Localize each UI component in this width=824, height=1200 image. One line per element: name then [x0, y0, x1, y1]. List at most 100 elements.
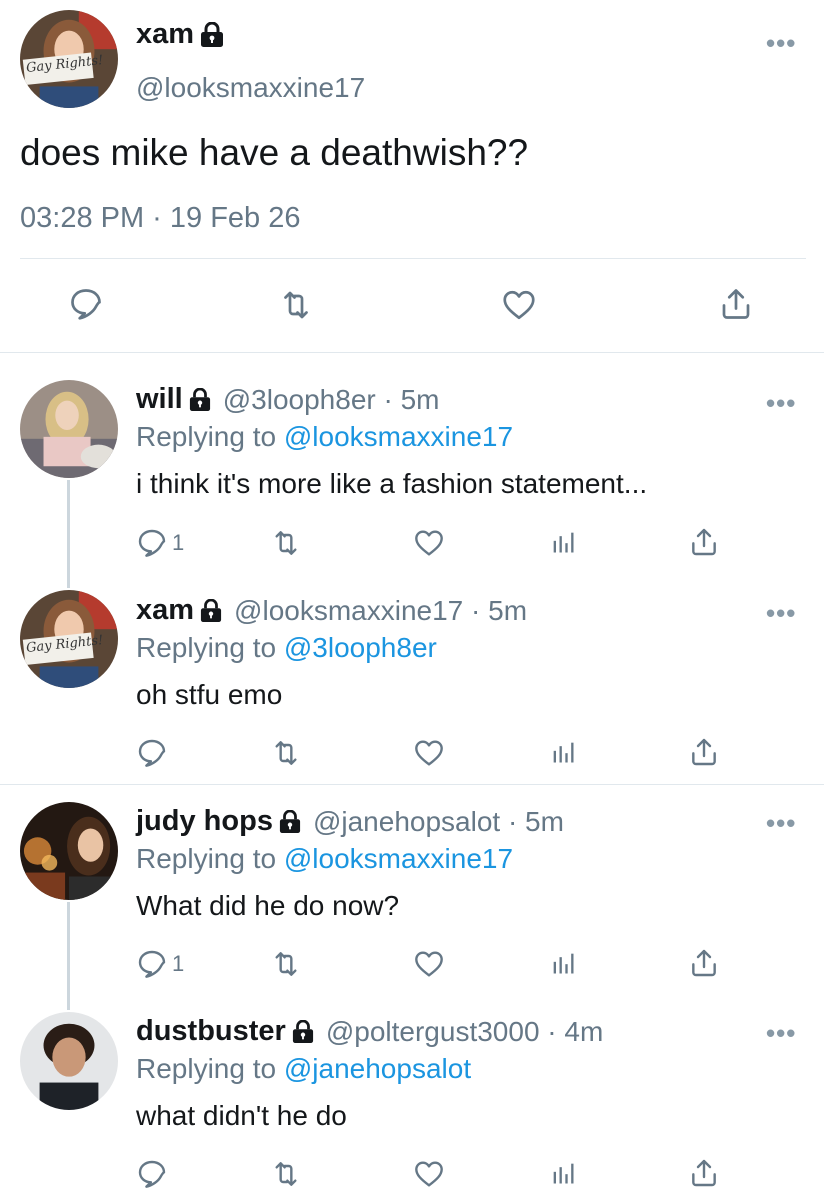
avatar-image [20, 380, 118, 478]
retweet-button[interactable] [278, 287, 314, 323]
share-icon [688, 735, 720, 769]
retweet-button[interactable] [270, 737, 302, 769]
retweet-button[interactable] [270, 1158, 302, 1190]
reply-button[interactable] [68, 286, 104, 322]
analytics-button[interactable] [549, 527, 577, 557]
user-handle[interactable]: @poltergust3000 · 4m [326, 1016, 603, 1048]
replying-to: Replying to @3looph8er [136, 632, 437, 664]
share-button[interactable] [718, 285, 754, 323]
user-handle[interactable]: @3looph8er · 5m [223, 384, 440, 416]
user-handle[interactable]: @janehopsalot · 5m [313, 806, 564, 838]
retweet-icon [278, 287, 314, 323]
avatar[interactable]: Gay Rights! [20, 10, 118, 108]
reply-header: dustbuster @poltergust3000 · 4m [136, 1015, 603, 1048]
lock-icon [200, 22, 224, 48]
analytics-icon [549, 527, 577, 557]
tweet-text: does mike have a deathwish?? [20, 132, 529, 173]
heart-icon [413, 737, 445, 769]
display-name[interactable]: dustbuster [136, 1015, 286, 1048]
reply-button[interactable]: 1 [136, 527, 184, 559]
lock-icon [189, 388, 211, 412]
reply-icon [136, 948, 168, 980]
share-button[interactable] [688, 735, 720, 769]
avatar[interactable] [20, 380, 118, 478]
analytics-button[interactable] [549, 1158, 577, 1188]
reply-text: i think it's more like a fashion stateme… [136, 468, 648, 499]
replying-prefix: Replying to [136, 421, 277, 452]
divider [0, 784, 824, 785]
reply-header: judy hops @janehopsalot · 5m [136, 805, 564, 838]
mention-link[interactable]: @3looph8er [284, 632, 437, 663]
like-button[interactable] [413, 527, 445, 559]
analytics-icon [549, 1158, 577, 1188]
analytics-button[interactable] [549, 948, 577, 978]
heart-icon [413, 948, 445, 980]
display-name[interactable]: xam [136, 594, 194, 627]
like-button[interactable] [413, 948, 445, 980]
reply-button[interactable]: 1 [136, 948, 184, 980]
avatar[interactable]: Gay Rights! [20, 590, 118, 688]
analytics-icon [549, 737, 577, 767]
share-icon [718, 285, 754, 323]
mention-link[interactable]: @looksmaxxine17 [284, 843, 513, 874]
retweet-icon [270, 1158, 302, 1190]
replying-prefix: Replying to [136, 843, 277, 874]
share-icon [688, 946, 720, 980]
reply-header: xam @looksmaxxine17 · 5m [136, 594, 527, 627]
retweet-button[interactable] [270, 527, 302, 559]
more-icon[interactable]: ••• [766, 30, 796, 56]
lock-icon [279, 810, 301, 834]
reply-text: what didn't he do [136, 1100, 347, 1131]
replying-to: Replying to @looksmaxxine17 [136, 843, 513, 875]
replying-prefix: Replying to [136, 1053, 277, 1084]
avatar-image [20, 802, 118, 900]
share-button[interactable] [688, 946, 720, 980]
share-icon [688, 525, 720, 559]
like-button[interactable] [500, 287, 538, 323]
display-name[interactable]: xam [136, 18, 194, 51]
replying-prefix: Replying to [136, 632, 277, 663]
share-button[interactable] [688, 525, 720, 559]
avatar[interactable] [20, 802, 118, 900]
thread-line [67, 902, 70, 1010]
like-button[interactable] [413, 1158, 445, 1190]
reply-icon [136, 737, 168, 769]
more-icon[interactable]: ••• [766, 600, 796, 626]
share-button[interactable] [688, 1156, 720, 1190]
tweet-timestamp[interactable]: 03:28 PM · 19 Feb 26 [20, 202, 301, 235]
reply-button[interactable] [136, 1158, 172, 1190]
reply-icon [136, 1158, 168, 1190]
replying-to: Replying to @looksmaxxine17 [136, 421, 513, 453]
reply-header: will @3looph8er · 5m [136, 383, 440, 416]
heart-icon [500, 287, 538, 323]
reply-text: oh stfu emo [136, 679, 283, 710]
retweet-icon [270, 737, 302, 769]
reply-icon [68, 286, 104, 322]
divider [20, 258, 806, 259]
thread-line [67, 480, 70, 588]
avatar-image [20, 1012, 118, 1110]
retweet-icon [270, 948, 302, 980]
more-icon[interactable]: ••• [766, 810, 796, 836]
heart-icon [413, 1158, 445, 1190]
user-handle[interactable]: @looksmaxxine17 [136, 72, 365, 104]
reply-button[interactable] [136, 737, 172, 769]
retweet-button[interactable] [270, 948, 302, 980]
heart-icon [413, 527, 445, 559]
replying-to: Replying to @janehopsalot [136, 1053, 471, 1085]
mention-link[interactable]: @looksmaxxine17 [284, 421, 513, 452]
display-name[interactable]: judy hops [136, 805, 273, 838]
divider [0, 352, 824, 353]
retweet-icon [270, 527, 302, 559]
analytics-button[interactable] [549, 737, 577, 767]
more-icon[interactable]: ••• [766, 1020, 796, 1046]
avatar[interactable] [20, 1012, 118, 1110]
lock-icon [200, 599, 222, 623]
display-name[interactable]: will [136, 383, 183, 416]
more-icon[interactable]: ••• [766, 390, 796, 416]
like-button[interactable] [413, 737, 445, 769]
reply-count: 1 [172, 951, 185, 976]
user-handle[interactable]: @looksmaxxine17 · 5m [234, 595, 527, 627]
mention-link[interactable]: @janehopsalot [284, 1053, 471, 1084]
reply-text: What did he do now? [136, 890, 400, 921]
